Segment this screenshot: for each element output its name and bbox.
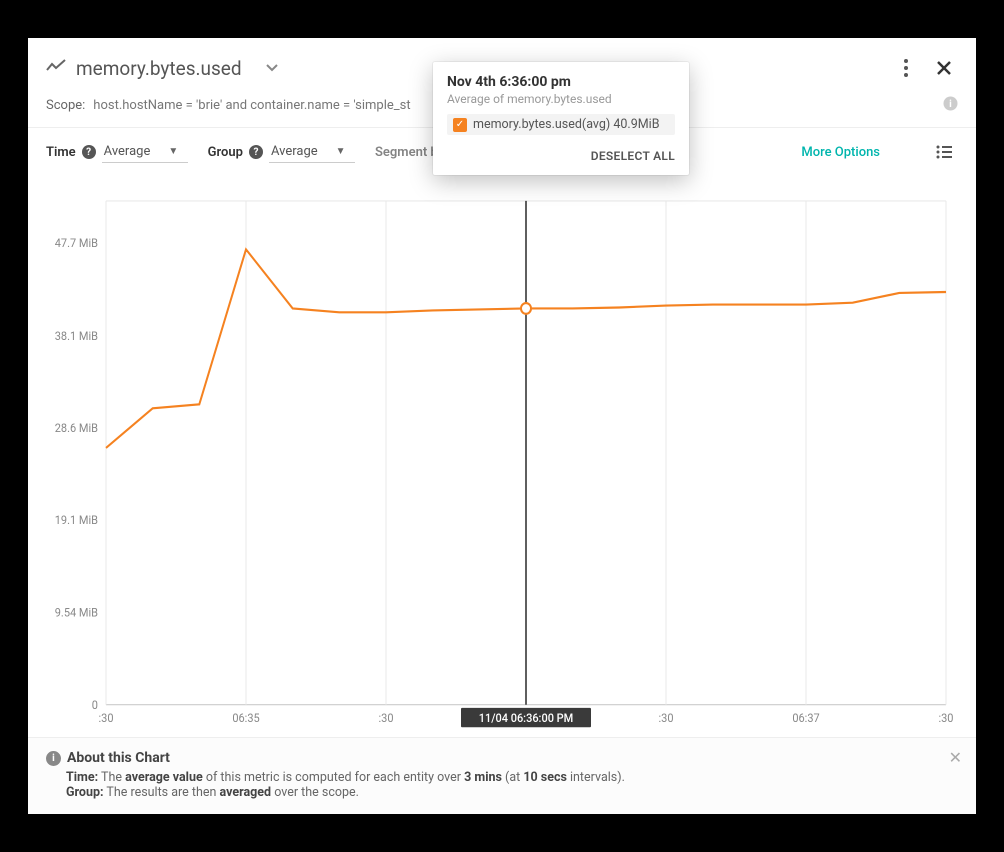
chart-area[interactable]: 0 9.54 MiB 19.1 MiB 28.6 MiB 38.1 MiB 47.7 Mi…	[28, 172, 976, 737]
svg-text:38.1 MiB: 38.1 MiB	[55, 328, 98, 343]
more-options-link[interactable]: More Options	[801, 145, 880, 160]
chevron-down-icon: ▼	[336, 146, 346, 157]
group-control: Group ? Average ▼	[208, 141, 355, 163]
line-chart-icon	[46, 59, 66, 77]
time-control: Time ? Average ▼	[46, 141, 188, 163]
about-panel: i About this Chart Time: The average val…	[28, 737, 976, 814]
svg-text:06:37: 06:37	[792, 711, 819, 726]
tooltip-series-row[interactable]: ✓ memory.bytes.used(avg) 40.9MiB	[447, 114, 675, 135]
svg-text::30: :30	[658, 711, 673, 726]
about-close-icon[interactable]: ✕	[949, 748, 962, 767]
svg-text:47.7 MiB: 47.7 MiB	[55, 235, 98, 250]
deselect-all-button[interactable]: DESELECT ALL	[447, 149, 675, 163]
group-label: Group	[208, 145, 243, 160]
scope-value: host.hostName = 'brie' and container.nam…	[93, 98, 410, 113]
about-group-line: Group: The results are then averaged ove…	[66, 785, 958, 800]
scope-info-icon[interactable]: i	[943, 96, 958, 115]
svg-text::30: :30	[378, 711, 393, 726]
svg-text:0: 0	[92, 698, 98, 713]
chevron-down-icon: ▼	[168, 146, 178, 157]
svg-text:11/04 06:36:00 PM: 11/04 06:36:00 PM	[479, 711, 574, 726]
svg-text:28.6 MiB: 28.6 MiB	[55, 421, 98, 436]
chart-svg[interactable]: 0 9.54 MiB 19.1 MiB 28.6 MiB 38.1 MiB 47.7 Mi…	[46, 188, 958, 737]
time-select[interactable]: Average ▼	[102, 141, 188, 163]
time-label: Time	[46, 145, 76, 160]
checkbox-icon[interactable]: ✓	[453, 118, 467, 132]
close-icon[interactable]	[930, 54, 958, 82]
tooltip-subtitle: Average of memory.bytes.used	[447, 92, 675, 106]
tooltip-time: Nov 4th 6:36:00 pm	[447, 74, 675, 90]
group-select-value: Average	[271, 144, 318, 159]
group-help-icon[interactable]: ?	[249, 145, 263, 159]
tooltip-series-label: memory.bytes.used(avg) 40.9MiB	[473, 117, 659, 132]
svg-text::30: :30	[938, 711, 953, 726]
chart-panel: memory.bytes.used Scope: host.hostName =…	[28, 38, 976, 814]
svg-text:i: i	[949, 99, 952, 110]
about-time-line: Time: The average value of this metric i…	[66, 770, 958, 785]
svg-text:06:35: 06:35	[232, 711, 259, 726]
metric-dropdown[interactable]	[258, 54, 286, 82]
time-select-value: Average	[104, 144, 151, 159]
svg-text:9.54 MiB: 9.54 MiB	[55, 605, 98, 620]
about-title: About this Chart	[67, 750, 170, 766]
metric-title: memory.bytes.used	[76, 57, 242, 80]
info-icon: i	[46, 751, 61, 766]
svg-text:19.1 MiB: 19.1 MiB	[55, 513, 98, 528]
scope-label: Scope:	[46, 98, 85, 113]
about-heading: i About this Chart	[46, 750, 958, 766]
time-help-icon[interactable]: ?	[82, 145, 96, 159]
group-select[interactable]: Average ▼	[269, 141, 355, 163]
legend-list-icon[interactable]	[930, 138, 958, 166]
more-menu-icon[interactable]	[892, 54, 920, 82]
chart-tooltip: Nov 4th 6:36:00 pm Average of memory.byt…	[433, 62, 689, 175]
svg-text::30: :30	[98, 711, 113, 726]
